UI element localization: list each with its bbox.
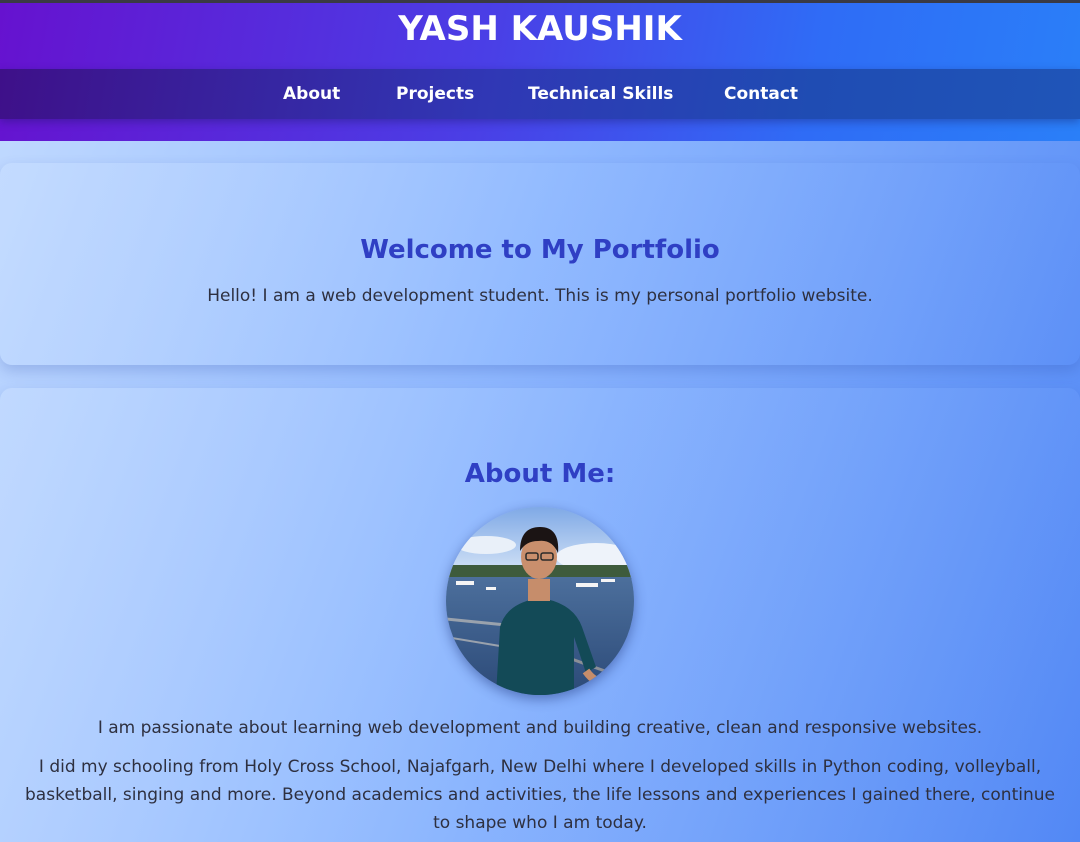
profile-photo xyxy=(446,507,634,695)
welcome-text: Hello! I am a web development student. T… xyxy=(207,286,873,306)
main-nav: About Projects Technical Skills Contact xyxy=(0,69,1080,119)
nav-link-technical-skills[interactable]: Technical Skills xyxy=(528,83,673,105)
nav-link-projects[interactable]: Projects xyxy=(396,83,474,105)
nav-link-contact[interactable]: Contact xyxy=(724,83,798,105)
profile-photo-icon xyxy=(446,507,634,695)
about-heading: About Me: xyxy=(464,459,616,489)
site-header: YASH KAUSHIK About Projects Technical Sk… xyxy=(0,3,1080,141)
about-paragraph-1: I am passionate about learning web devel… xyxy=(97,718,983,738)
about-paragraph-2: I did my schooling from Holy Cross Schoo… xyxy=(25,757,1055,833)
nav-link-about[interactable]: About xyxy=(283,83,340,105)
welcome-heading: Welcome to My Portfolio xyxy=(360,235,720,265)
site-title: YASH KAUSHIK xyxy=(398,9,682,49)
